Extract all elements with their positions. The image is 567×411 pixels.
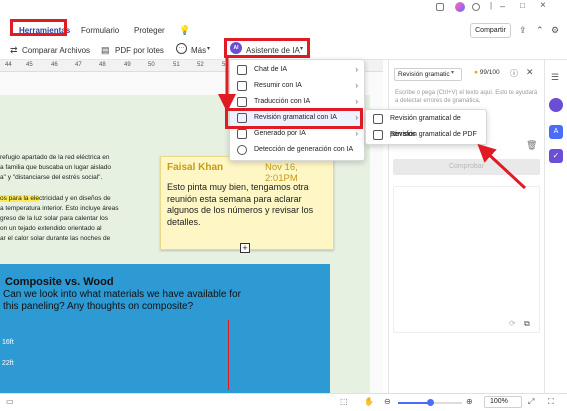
annotation-arrows <box>218 58 527 190</box>
arrow-to-submenu <box>477 143 527 190</box>
